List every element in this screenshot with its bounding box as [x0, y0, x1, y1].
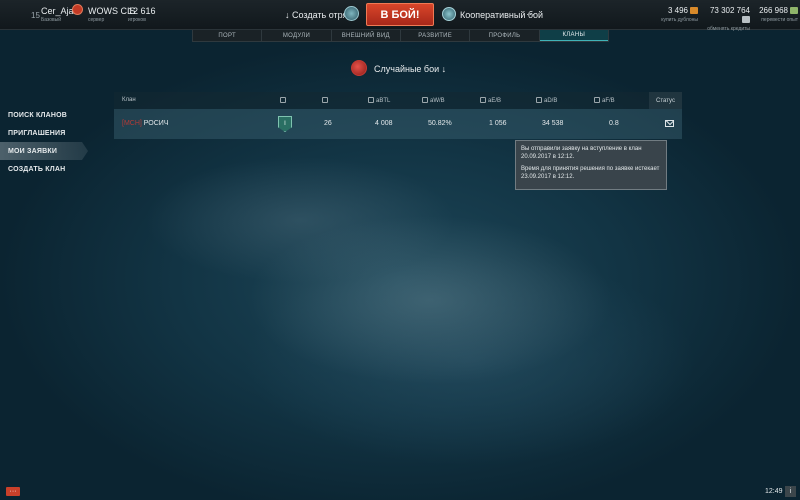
doubloons-label: купить дублоны	[661, 17, 698, 23]
adb-value: 34 538	[542, 120, 564, 127]
header-awb[interactable]: aW/B	[422, 97, 445, 104]
header-abtl[interactable]: aBTL	[368, 97, 390, 104]
frags-icon	[594, 97, 600, 103]
tab-research[interactable]: РАЗВИТИЕ	[401, 30, 471, 41]
header-clan[interactable]: Клан	[122, 97, 136, 103]
header-adb-label: aD/B	[544, 98, 558, 104]
header-members[interactable]	[322, 97, 330, 104]
header-abtl-label: aBTL	[376, 98, 391, 104]
header-aeb-label: aE/B	[488, 98, 502, 104]
header-league[interactable]	[280, 97, 288, 104]
online-count: 12 616	[128, 6, 156, 16]
doubloons-value: 3 496	[667, 6, 688, 15]
main-tabs: ПОРТ МОДУЛИ ВНЕШНИЙ ВИД РАЗВИТИЕ ПРОФИЛЬ…	[192, 30, 609, 42]
header-afb-label: aF/B	[602, 98, 615, 104]
aeb-value: 1 056	[489, 120, 507, 127]
chat-button[interactable]: ···	[6, 487, 20, 496]
members-value: 26	[324, 120, 332, 127]
free-xp-label: перевести опыт	[761, 17, 798, 23]
battle-type-dropdown[interactable]: Случайные бои ↓	[374, 64, 446, 74]
free-xp-value: 266 968	[759, 6, 788, 15]
members-icon	[322, 97, 328, 103]
applications-table: Клан aBTL aW/B aE/B aD/B aF/B Статус [МС…	[114, 92, 682, 139]
awb-value: 50.82%	[428, 120, 452, 127]
tab-profile[interactable]: ПРОФИЛЬ	[470, 30, 540, 41]
division-icon[interactable]	[344, 6, 359, 21]
top-bar: 15 Cer_Ajani Базовый WOWS CIS сервер 12 …	[0, 0, 800, 32]
free-xp-balance[interactable]: 266 968 перевести опыт	[754, 6, 798, 23]
tooltip-sent-text: Вы отправили заявку на вступление в клан…	[521, 146, 642, 160]
header-aeb[interactable]: aE/B	[480, 97, 501, 104]
credits-balance[interactable]: 73 302 764 обменять кредиты	[702, 6, 750, 32]
tab-modules[interactable]: МОДУЛИ	[262, 30, 332, 41]
online-label: игроков	[128, 17, 146, 23]
sidebar-item-my-applications[interactable]: МОИ ЗАЯВКИ	[0, 142, 88, 160]
abtl-value: 4 008	[375, 120, 393, 127]
sidebar-item-create-clan[interactable]: СОЗДАТЬ КЛАН	[0, 160, 88, 178]
battles-icon	[368, 97, 374, 103]
ship-background	[0, 0, 800, 500]
credits-icon	[742, 16, 750, 23]
league-icon	[280, 97, 286, 103]
clan-name: РОСИЧ	[143, 120, 169, 127]
credits-value: 73 302 764	[709, 6, 750, 15]
table-header: Клан aBTL aW/B aE/B aD/B aF/B Статус	[114, 92, 682, 109]
clan-sidebar: ПОИСК КЛАНОВ ПРИГЛАШЕНИЯ МОИ ЗАЯВКИ СОЗД…	[0, 106, 88, 178]
clock: 12:49	[765, 488, 783, 495]
credits-label: обменять кредиты	[707, 26, 750, 32]
sidebar-item-invitations[interactable]: ПРИГЛАШЕНИЯ	[0, 124, 88, 142]
sidebar-item-search-clans[interactable]: ПОИСК КЛАНОВ	[0, 106, 88, 124]
mail-icon[interactable]	[665, 120, 674, 127]
tab-exterior[interactable]: ВНЕШНИЙ ВИД	[332, 30, 401, 41]
clan-cell[interactable]: [МСН] РОСИЧ	[122, 120, 169, 127]
tooltip-expire-text: Время для принятия решения по заявке ист…	[521, 166, 660, 180]
application-tooltip: Вы отправили заявку на вступление в клан…	[515, 140, 667, 190]
afb-value: 0.8	[609, 120, 619, 127]
division-arrow-icon: ↓	[285, 10, 293, 20]
account-level: 15	[31, 11, 40, 20]
experience-icon	[480, 97, 486, 103]
doubloons-balance[interactable]: 3 496 купить дублоны	[652, 6, 698, 23]
create-division-button[interactable]: ↓ Создать отряд	[285, 10, 353, 20]
info-icon[interactable]: i	[785, 486, 796, 497]
battle-button[interactable]: В БОЙ!	[366, 3, 434, 26]
header-afb[interactable]: aF/B	[594, 97, 615, 104]
tab-port[interactable]: ПОРТ	[193, 30, 263, 41]
random-battles-icon[interactable]	[351, 60, 367, 76]
league-badge: I	[278, 116, 292, 132]
free-xp-icon	[790, 7, 798, 14]
tab-clans[interactable]: КЛАНЫ	[539, 30, 608, 41]
wins-icon	[422, 97, 428, 103]
header-adb[interactable]: aD/B	[536, 97, 557, 104]
damage-icon	[536, 97, 542, 103]
clan-tag: [МСН]	[122, 120, 142, 127]
doubloon-icon	[690, 7, 698, 14]
header-awb-label: aW/B	[430, 98, 445, 104]
online-info: 12 616 игроков	[128, 6, 156, 23]
clan-emblem-icon	[72, 4, 83, 15]
player-status: Базовый	[41, 17, 62, 23]
battle-mode-icon[interactable]	[442, 7, 456, 21]
battle-mode-more-button[interactable]: ···	[526, 9, 535, 19]
table-row[interactable]: [МСН] РОСИЧ I 26 4 008 50.82% 1 056 34 5…	[114, 109, 682, 139]
header-status[interactable]: Статус	[649, 92, 682, 109]
